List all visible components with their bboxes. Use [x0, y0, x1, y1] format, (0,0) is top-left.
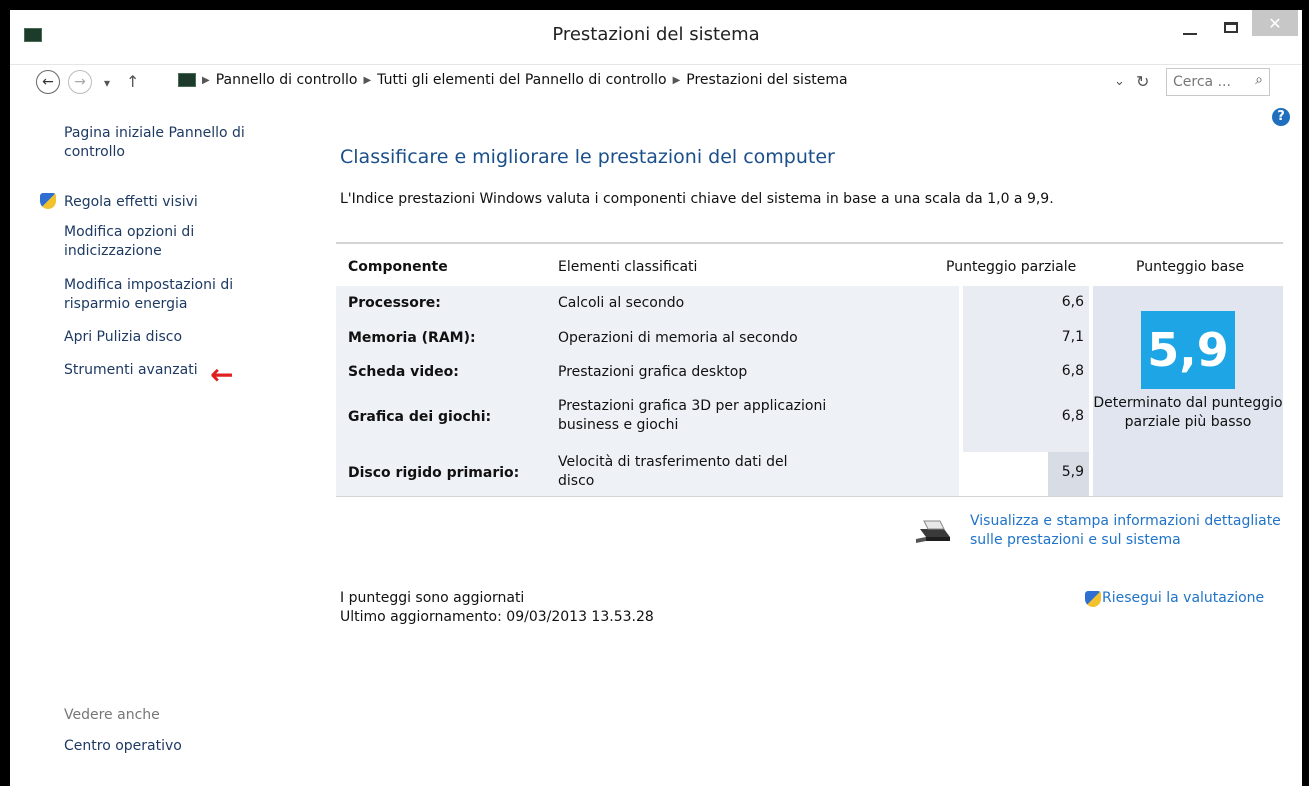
- maximize-button[interactable]: [1214, 12, 1248, 42]
- chevron-right-icon[interactable]: ▶: [673, 75, 681, 86]
- close-icon: ✕: [1268, 13, 1282, 33]
- status-last-update: Ultimo aggiornamento: 09/03/2013 13.53.2…: [340, 609, 654, 625]
- base-score-tile: 5,9: [1141, 311, 1235, 389]
- recent-locations-icon[interactable]: ▾: [104, 76, 110, 90]
- chevron-right-icon[interactable]: ▶: [363, 75, 371, 86]
- status-updated: I punteggi sono aggiornati: [340, 590, 525, 606]
- print-details-link[interactable]: Visualizza e stampa informazioni dettagl…: [970, 512, 1290, 550]
- forward-button[interactable]: →: [68, 70, 92, 94]
- uac-shield-icon: [40, 193, 56, 209]
- see-also-label: Vedere anche: [64, 707, 160, 723]
- maximize-icon: [1224, 21, 1238, 33]
- row-memory-component: Memoria (RAM):: [348, 330, 476, 346]
- sidebar-item-visual-effects[interactable]: Regola effetti visivi: [64, 193, 198, 212]
- breadcrumb: ▶ Pannello di controllo ▶ Tutti gli elem…: [178, 72, 848, 88]
- header-subscore: Punteggio parziale: [946, 259, 1077, 275]
- row-graphics-component: Scheda video:: [348, 364, 459, 380]
- status-text: I punteggi sono aggiornati Ultimo aggior…: [340, 589, 654, 627]
- up-arrow-icon[interactable]: ↑: [126, 72, 139, 91]
- sidebar-item-indexing[interactable]: Modifica opzioni di indicizzazione: [64, 223, 234, 261]
- window: Prestazioni del sistema ✕ ← → ▾ ↑ ▶ Pann…: [10, 10, 1302, 786]
- sidebar-item-power[interactable]: Modifica impostazioni di risparmio energ…: [64, 276, 264, 314]
- row-disk-component: Disco rigido primario:: [348, 465, 520, 481]
- performance-table: Componente Elementi classificati Puntegg…: [336, 242, 1283, 498]
- sidebar-item-advanced-tools[interactable]: Strumenti avanzati: [64, 361, 198, 380]
- row-processor-desc: Calcoli al secondo: [558, 295, 685, 311]
- back-arrow-icon: ←: [42, 74, 54, 90]
- header-divider: [336, 242, 1283, 244]
- forward-arrow-icon: →: [74, 74, 86, 90]
- row-memory-score: 7,1: [1061, 329, 1084, 345]
- crumb-control-panel[interactable]: Pannello di controllo: [216, 72, 358, 88]
- row-processor-component: Processore:: [348, 295, 441, 311]
- uac-shield-icon: [1085, 591, 1101, 607]
- page-description: L'Indice prestazioni Windows valuta i co…: [340, 191, 1054, 207]
- base-score-note: Determinato dal punteggio parziale più b…: [1093, 395, 1283, 430]
- close-button[interactable]: ✕: [1252, 10, 1298, 36]
- table-bottom-divider: [336, 496, 1283, 497]
- sidebar-item-disk-cleanup[interactable]: Apri Pulizia disco: [64, 328, 182, 347]
- address-dropdown-icon[interactable]: ⌄: [1114, 74, 1125, 89]
- header-base-score: Punteggio base: [1136, 259, 1245, 275]
- row-memory-desc: Operazioni di memoria al secondo: [558, 330, 798, 346]
- crumb-all-items[interactable]: Tutti gli elementi del Pannello di contr…: [377, 72, 666, 88]
- title-bar: Prestazioni del sistema ✕: [10, 10, 1302, 65]
- row-gaming-component: Grafica dei giochi:: [348, 409, 492, 425]
- rerun-assessment-link[interactable]: Riesegui la valutazione: [1102, 589, 1264, 608]
- window-title: Prestazioni del sistema: [552, 24, 760, 45]
- row-gaming-desc: Prestazioni grafica 3D per applicazioni …: [558, 398, 827, 433]
- row-gaming-score: 6,8: [1061, 408, 1084, 424]
- minimize-icon: [1183, 33, 1197, 35]
- header-rated-items: Elementi classificati: [558, 259, 698, 275]
- row-graphics-score: 6,8: [1061, 363, 1084, 379]
- crumb-system-performance[interactable]: Prestazioni del sistema: [686, 72, 847, 88]
- printer-icon: [916, 520, 950, 543]
- sidebar-item-home[interactable]: Pagina iniziale Pannello di controllo: [64, 124, 264, 162]
- control-panel-icon: [178, 73, 196, 87]
- row-disk-score: 5,9: [1061, 464, 1084, 480]
- action-center-link[interactable]: Centro operativo: [64, 737, 182, 756]
- back-button[interactable]: ←: [36, 70, 60, 94]
- help-icon[interactable]: ?: [1272, 108, 1290, 126]
- page-title: Classificare e migliorare le prestazioni…: [340, 146, 835, 168]
- header-component: Componente: [348, 259, 448, 275]
- row-disk-desc: Velocità di trasferimento dati del disco: [558, 454, 788, 489]
- minimize-button[interactable]: [1170, 12, 1210, 42]
- search-icon: ⌕: [1255, 72, 1263, 88]
- search-placeholder: Cerca ...: [1173, 74, 1231, 90]
- row-graphics-desc: Prestazioni grafica desktop: [558, 364, 748, 380]
- refresh-icon[interactable]: ↻: [1136, 72, 1149, 91]
- chevron-right-icon[interactable]: ▶: [202, 75, 210, 86]
- red-arrow-icon: ←: [210, 358, 234, 391]
- row-processor-score: 6,6: [1061, 294, 1084, 310]
- search-input[interactable]: Cerca ... ⌕: [1166, 68, 1270, 96]
